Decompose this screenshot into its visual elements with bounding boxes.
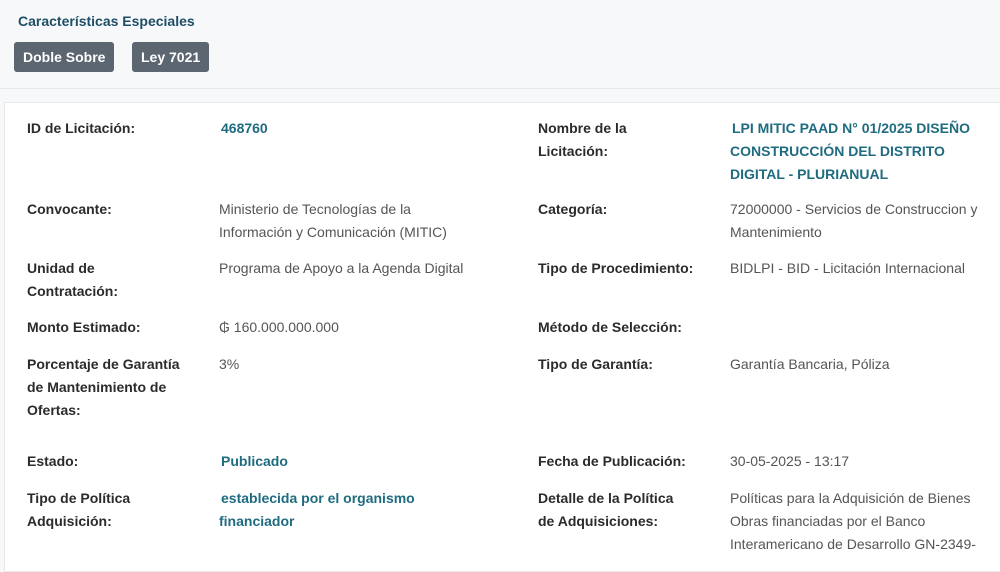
categoria-label: Categoría: [538, 201, 608, 217]
id-value[interactable]: 468760 [221, 117, 268, 140]
porcentaje-value: 3% [219, 356, 240, 372]
nombre-value[interactable]: LPI MITIC PAAD N° 01/2025 DISEÑO CONSTRU… [730, 117, 970, 186]
metodo-label: Método de Selección: [538, 319, 682, 335]
politica-value[interactable]: establecida por el organismo financiador [219, 487, 415, 533]
nombre-label: Nombre de la Licitación: [538, 120, 627, 159]
tipo-procedimiento-label: Tipo de Procedimiento: [538, 260, 694, 276]
estado-label: Estado: [27, 453, 79, 469]
tipo-garantia-label: Tipo de Garantía: [538, 356, 653, 372]
convocante-value: Ministerio de Tecnologías de la Informaci… [219, 201, 447, 240]
tender-details-panel: ID de Licitación: 468760 Nombre de la Lic… [4, 102, 1000, 572]
fecha-value: 30-05-2025 - 13:17 [730, 453, 850, 469]
tipo-procedimiento-value: BIDLPI - BID - Licitación Internacional [730, 260, 965, 276]
estado-value[interactable]: Publicado [221, 450, 288, 473]
badge-ley-7021: Ley 7021 [132, 42, 210, 72]
unidad-label: Unidad de Contratación: [27, 260, 118, 299]
fecha-label: Fecha de Publicación: [538, 453, 686, 469]
monto-label: Monto Estimado: [27, 319, 141, 335]
detalle-label: Detalle de la Política de Adquisiciones: [538, 490, 674, 529]
porcentaje-label: Porcentaje de Garantía de Mantenimiento d… [27, 356, 180, 418]
categoria-value: 72000000 - Servicios de Construccion y Ma… [730, 201, 978, 240]
monto-value: ₲ 160.000.000.000 [219, 319, 339, 335]
tipo-garantia-value: Garantía Bancaria, Póliza [730, 356, 890, 372]
id-label: ID de Licitación: [27, 120, 136, 136]
politica-label: Tipo de Política Adquisición: [27, 490, 131, 529]
convocante-label: Convocante: [27, 201, 112, 217]
detalle-value: Políticas para la Adquisición de Bienes O… [730, 490, 976, 552]
special-features-title: Características Especiales [18, 13, 195, 29]
badge-doble-sobre: Doble Sobre [14, 42, 115, 72]
unidad-value: Programa de Apoyo a la Agenda Digital [219, 260, 464, 276]
special-features-panel: Características Especiales Doble Sobre L… [0, 0, 1000, 89]
